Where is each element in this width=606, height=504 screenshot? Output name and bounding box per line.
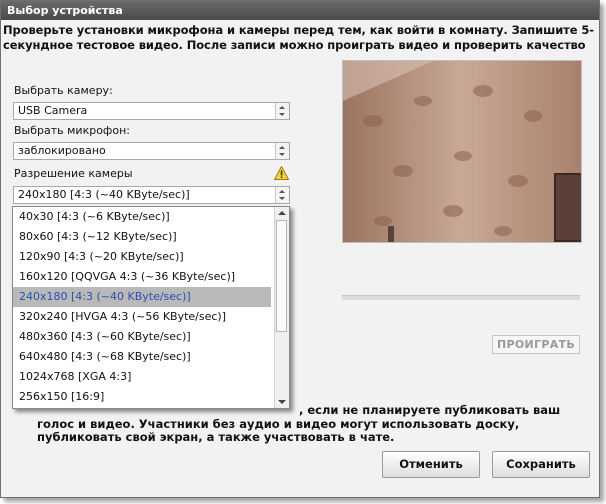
save-button[interactable]: Сохранить	[492, 451, 590, 478]
play-button[interactable]: ПРОИГРАТЬ	[492, 335, 580, 354]
camera-select-value: USB Camera	[18, 104, 88, 117]
note-rest: голос и видео. Участники без аудио и вид…	[37, 416, 520, 444]
resolution-select[interactable]: 240x180 [4:3 (~40 KByte/sec)]	[13, 186, 290, 204]
dropdown-item[interactable]: 40x30 [4:3 (~6 KByte/sec)]	[13, 207, 271, 227]
microphone-label: Выбрать микрофон:	[14, 124, 130, 137]
no-audio-video-note: , если не планируете публиковать ваш гол…	[37, 403, 589, 445]
microphone-select[interactable]: заблокировано	[13, 142, 290, 160]
intro-text: Проверьте установки микрофона и камеры п…	[3, 23, 594, 52]
spinner-arrows-icon[interactable]	[275, 143, 289, 159]
dropdown-item[interactable]: 80x60 [4:3 (~12 KByte/sec)]	[13, 227, 271, 247]
dropdown-item[interactable]: 320x240 [HVGA 4:3 (~56 KByte/sec)]	[13, 307, 271, 327]
window-title[interactable]: Выбор устройства	[1, 1, 599, 20]
note-line-1: , если не планируете публиковать ваш	[299, 403, 561, 417]
camera-select[interactable]: USB Camera	[13, 102, 290, 120]
recording-progress-bar	[342, 295, 580, 300]
resolution-label: Разрешение камеры	[14, 167, 133, 180]
dropdown-item[interactable]: 640x480 [4:3 (~68 KByte/sec)]	[13, 347, 271, 367]
camera-label: Выбрать камеру:	[14, 84, 113, 97]
spinner-arrows-icon[interactable]	[275, 187, 289, 203]
dropdown-item[interactable]: 256x150 [16:9]	[13, 387, 271, 407]
scrollbar-thumb[interactable]	[276, 220, 287, 332]
spinner-arrows-icon[interactable]	[275, 103, 289, 119]
dropdown-item[interactable]: 1024x768 [XGA 4:3]	[13, 367, 271, 387]
dropdown-item[interactable]: 160x120 [QQVGA 4:3 (~36 KByte/sec)]	[13, 267, 271, 287]
dropdown-item[interactable]: 480x360 [4:3 (~60 KByte/sec)]	[13, 327, 271, 347]
resolution-select-value: 240x180 [4:3 (~40 KByte/sec)]	[18, 188, 190, 201]
scroll-up-arrow-icon[interactable]	[278, 211, 286, 215]
dropdown-item-selected[interactable]: 240x180 [4:3 (~40 KByte/sec)]	[13, 287, 271, 307]
warning-triangle-icon	[274, 166, 289, 180]
microphone-select-value: заблокировано	[18, 144, 106, 157]
camera-preview-image	[343, 61, 581, 242]
dropdown-item[interactable]: 120x90 [4:3 (~20 KByte/sec)]	[13, 247, 271, 267]
camera-preview	[342, 60, 582, 243]
cancel-button[interactable]: Отменить	[382, 451, 480, 478]
dropdown-scrollbar[interactable]	[274, 207, 289, 408]
scroll-down-arrow-icon[interactable]	[278, 400, 286, 404]
device-settings-dialog: Выбор устройства Проверьте установки мик…	[0, 0, 600, 498]
dropdown-items: 40x30 [4:3 (~6 KByte/sec)] 80x60 [4:3 (~…	[13, 207, 289, 407]
resolution-dropdown-list[interactable]: 40x30 [4:3 (~6 KByte/sec)] 80x60 [4:3 (~…	[12, 206, 290, 409]
